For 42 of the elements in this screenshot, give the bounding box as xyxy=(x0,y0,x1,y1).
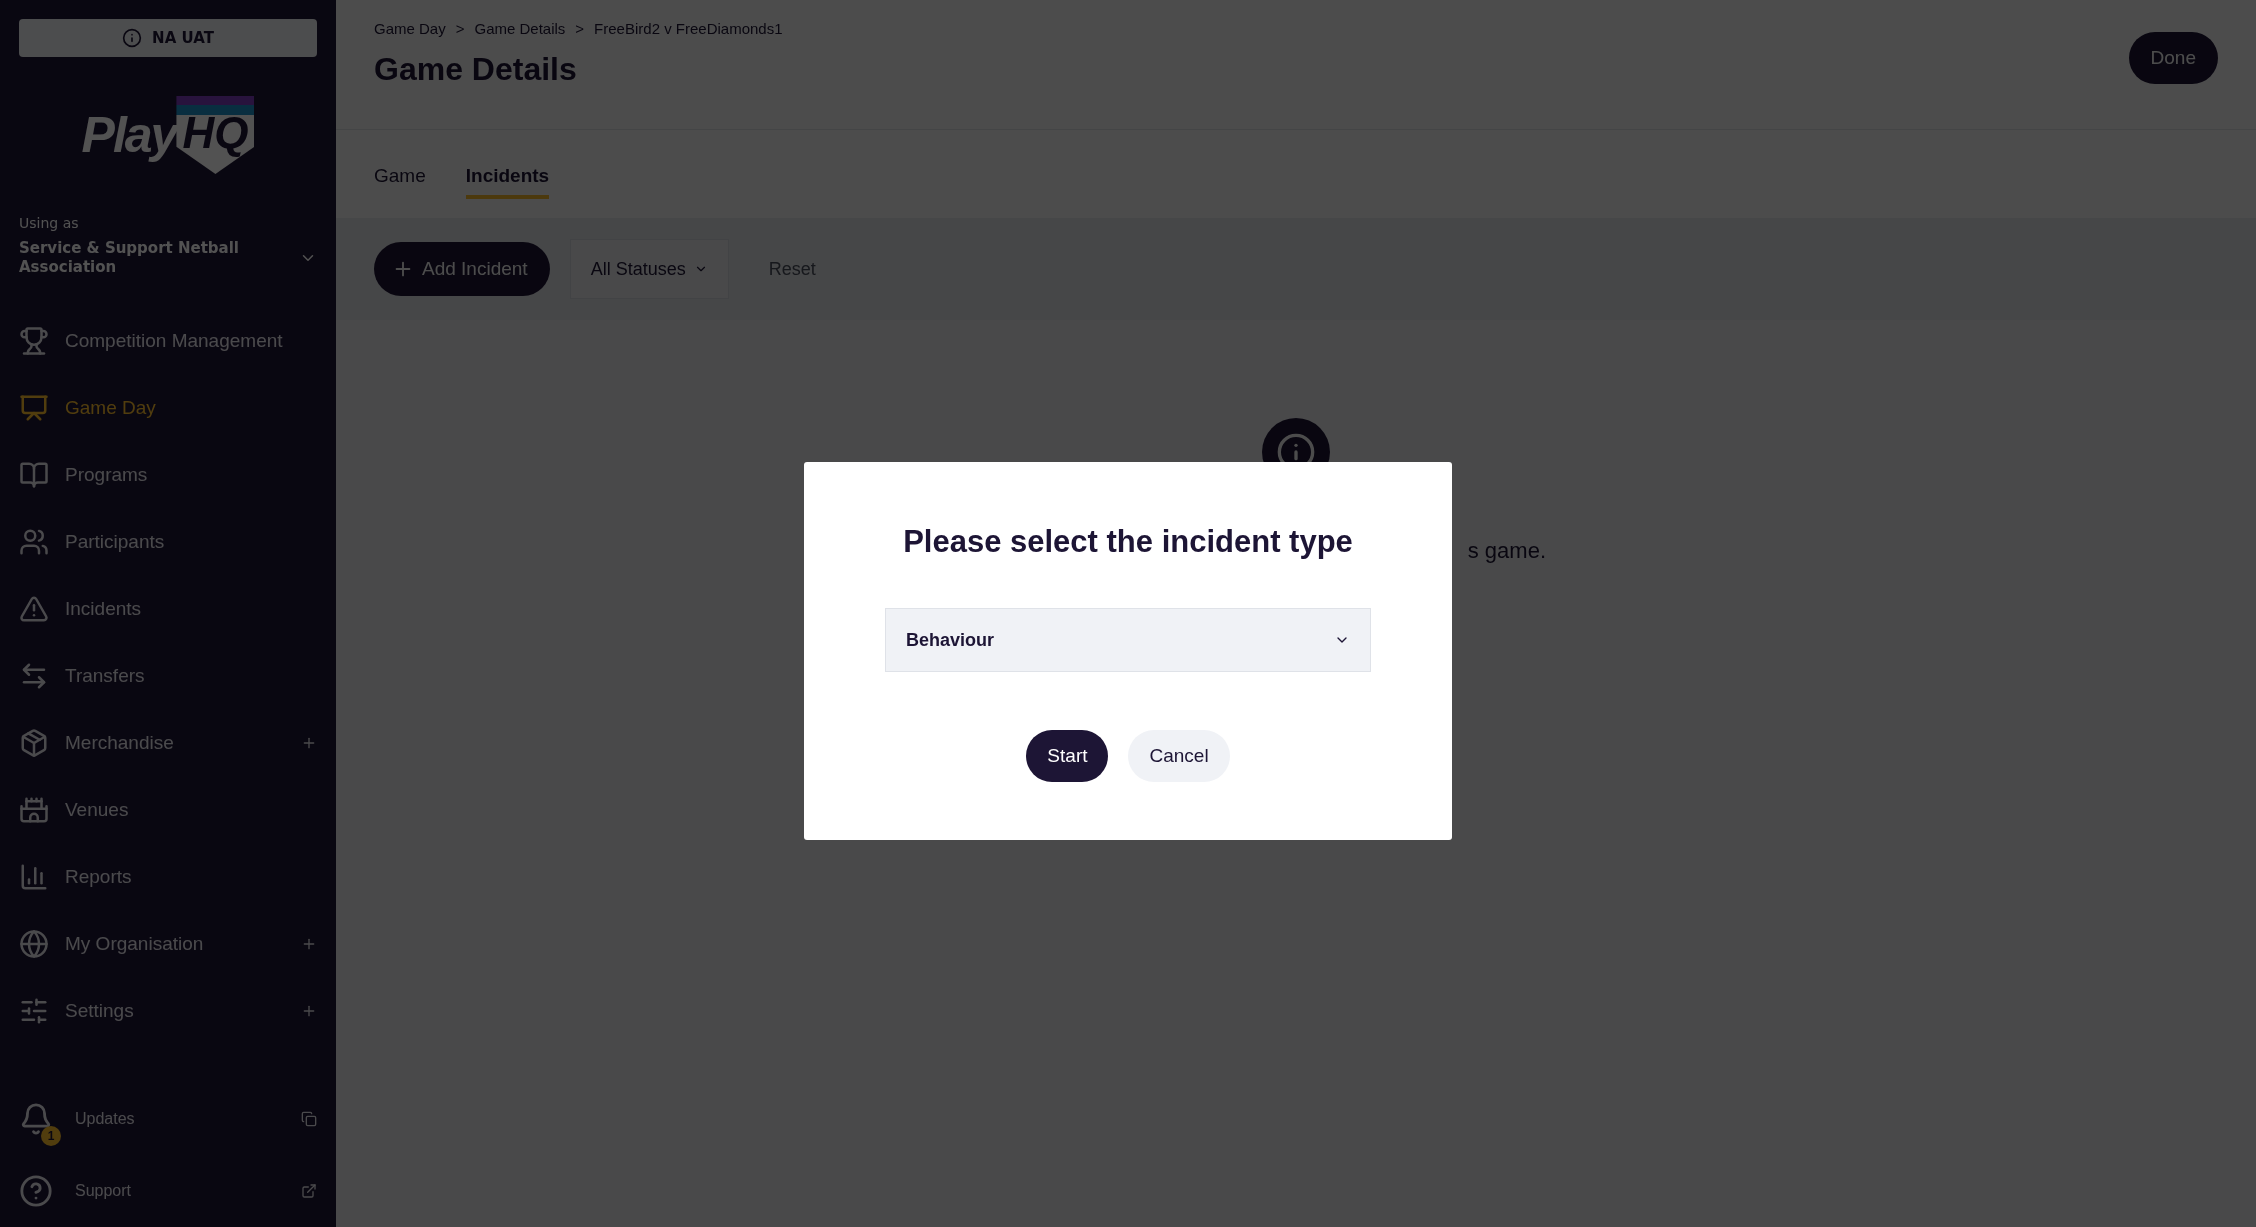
logo-wordmark: Play xyxy=(81,106,177,164)
sidebar-item[interactable]: Competition Management xyxy=(19,307,317,374)
page-title: Game Details xyxy=(374,51,578,88)
sidebar-item[interactable]: Transfers xyxy=(19,642,317,709)
help-icon xyxy=(19,1174,53,1208)
sidebar-item[interactable]: Venues xyxy=(19,776,317,843)
sidebar-footer-item[interactable]: 1 Updates xyxy=(19,1083,317,1155)
info-icon xyxy=(122,28,143,48)
dialog-title: Please select the incident type xyxy=(903,524,1353,560)
sidebar-item[interactable]: Programs xyxy=(19,441,317,508)
using-as-label: Using as xyxy=(19,215,80,231)
globe-icon xyxy=(19,928,49,959)
environment-badge: NA UAT xyxy=(19,19,317,57)
organisation-switcher[interactable]: Service & Support Netball Association xyxy=(19,239,317,277)
incident-type-select[interactable]: Behaviour xyxy=(885,608,1371,672)
empty-state-text: s game. xyxy=(1467,538,1546,564)
sidebar-footer-item[interactable]: Support xyxy=(19,1155,317,1227)
sidebar-item[interactable]: Settings xyxy=(19,977,317,1044)
trophy-icon xyxy=(19,325,49,356)
sidebar-item[interactable]: Reports xyxy=(19,843,317,910)
logo-shield: HQ xyxy=(176,96,255,174)
breadcrumb-link[interactable]: FreeBird2 v FreeDiamonds1 xyxy=(594,20,783,37)
done-button[interactable]: Done xyxy=(2128,32,2218,84)
package-icon xyxy=(19,727,49,758)
breadcrumb-separator: > xyxy=(455,20,465,37)
tab[interactable]: Incidents xyxy=(465,157,550,199)
breadcrumb-separator: > xyxy=(575,20,585,37)
sidebar-item[interactable]: Game Day xyxy=(19,374,317,441)
status-filter[interactable]: All Statuses xyxy=(569,239,729,299)
cancel-button[interactable]: Cancel xyxy=(1128,730,1230,782)
notification-count: 1 xyxy=(41,1126,61,1146)
sidebar-item[interactable]: Participants xyxy=(19,508,317,575)
copy-icon xyxy=(301,1111,317,1127)
start-button[interactable]: Start xyxy=(1026,730,1109,782)
sidebar-item[interactable]: My Organisation xyxy=(19,910,317,977)
add-incident-button[interactable]: Add Incident xyxy=(374,242,550,296)
external-link-icon xyxy=(301,1183,317,1199)
breadcrumb-link[interactable]: Game Details xyxy=(474,20,566,37)
tab[interactable]: Game xyxy=(374,157,426,199)
breadcrumb-link[interactable]: Game Day xyxy=(374,20,446,37)
sidebar-item[interactable]: Merchandise xyxy=(19,709,317,776)
sidebar-item[interactable]: Incidents xyxy=(19,575,317,642)
